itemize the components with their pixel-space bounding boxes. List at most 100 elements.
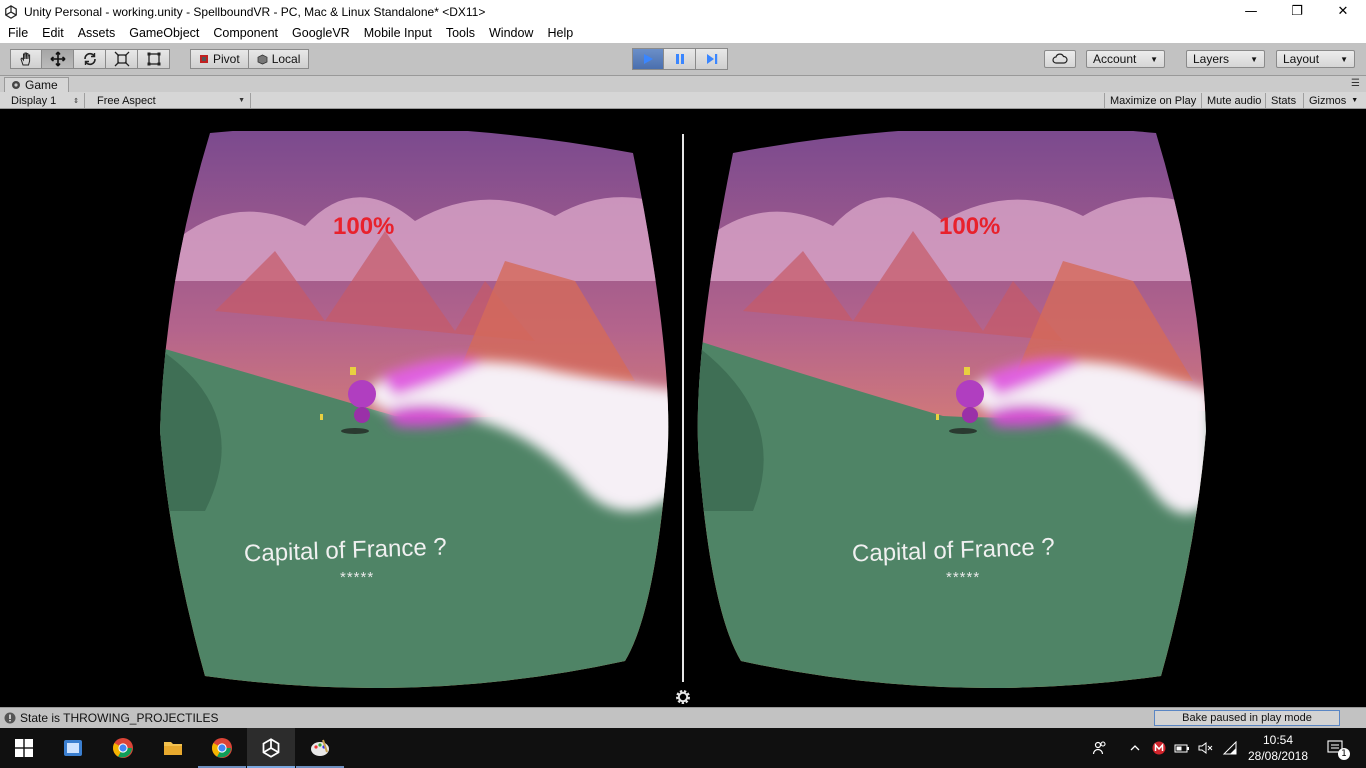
menu-file[interactable]: File [1, 26, 35, 40]
unity-logo-icon [5, 4, 17, 19]
layers-dropdown[interactable]: Layers ▼ [1186, 50, 1265, 68]
tab-game[interactable]: Game [4, 77, 69, 92]
gizmos-dropdown[interactable]: Gizmos ▼ [1303, 93, 1363, 108]
move-arrows-icon [50, 51, 65, 67]
chrome-icon [212, 738, 232, 758]
gear-icon[interactable] [674, 688, 692, 706]
move-tool-button[interactable] [42, 49, 74, 69]
photo-viewer-icon [64, 740, 82, 756]
menu-bar: File Edit Assets GameObject Component Go… [0, 23, 1366, 43]
menu-assets[interactable]: Assets [71, 26, 123, 40]
left-eye-scene [160, 131, 669, 689]
left-answer-mask: ***** [340, 569, 375, 586]
aspect-label: Free Aspect [97, 94, 156, 107]
menu-window[interactable]: Window [482, 26, 540, 40]
local-toggle[interactable]: Local [248, 49, 310, 69]
speaker-glyph [1198, 742, 1213, 754]
shield-glyph [1152, 741, 1166, 755]
folder-icon [164, 742, 182, 755]
menu-gameobject[interactable]: GameObject [122, 26, 206, 40]
minimize-button[interactable]: — [1228, 0, 1274, 23]
chrome-icon [113, 738, 133, 758]
account-label: Account [1093, 52, 1137, 66]
left-percent-label: 100% [333, 213, 395, 240]
menu-googlevr[interactable]: GoogleVR [285, 26, 357, 40]
mute-audio-toggle[interactable]: Mute audio [1201, 93, 1266, 108]
menu-edit[interactable]: Edit [35, 26, 71, 40]
paint-palette-icon [311, 739, 329, 756]
scale-tool-button[interactable] [106, 49, 138, 69]
status-message[interactable]: State is THROWING_PROJECTILES [20, 711, 219, 725]
info-icon [4, 712, 16, 724]
taskbar-clock[interactable]: 10:54 28/08/2018 [1238, 732, 1318, 764]
window-titlebar: Unity Personal - working.unity - Spellbo… [0, 0, 1366, 23]
antivirus-icon[interactable] [1149, 738, 1169, 758]
dropdown-arrow-icon: ▼ [238, 97, 245, 104]
account-dropdown[interactable]: Account ▼ [1086, 50, 1165, 68]
pivot-icon [200, 55, 208, 63]
display-dropdown[interactable]: Display 1 ⇕ [6, 93, 85, 108]
pivot-toggle[interactable]: Pivot [190, 49, 249, 69]
chevron-up-icon[interactable] [1125, 738, 1145, 758]
cloud-button[interactable] [1044, 50, 1076, 68]
tab-game-label: Game [25, 78, 58, 92]
pause-button[interactable] [664, 48, 696, 70]
pause-icon [675, 54, 684, 64]
scale-icon [114, 51, 129, 67]
taskbar-file-explorer[interactable] [149, 728, 197, 768]
rect-tool-button[interactable] [138, 49, 170, 69]
taskbar-chrome[interactable] [99, 728, 147, 768]
start-button[interactable] [0, 728, 48, 768]
menu-tools[interactable]: Tools [439, 26, 482, 40]
wifi-icon[interactable] [1220, 738, 1240, 758]
main-toolbar: Pivot Local Account ▼ Layers ▼ Layout ▼ [0, 43, 1366, 76]
volume-muted-icon[interactable] [1196, 738, 1216, 758]
people-icon[interactable] [1090, 738, 1110, 758]
hand-icon [20, 52, 31, 66]
taskbar-chrome-2[interactable] [198, 728, 246, 768]
dropdown-arrow-icon: ▼ [1150, 54, 1158, 64]
menu-component[interactable]: Component [206, 26, 285, 40]
hand-tool-button[interactable] [10, 49, 42, 69]
battery-icon[interactable] [1172, 738, 1192, 758]
rect-transform-icon [147, 52, 160, 66]
taskbar-paint[interactable] [296, 728, 344, 768]
unity-logo-icon [262, 738, 280, 758]
play-icon [644, 54, 653, 64]
stats-toggle[interactable]: Stats [1265, 93, 1301, 108]
menu-help[interactable]: Help [540, 26, 580, 40]
left-eye-view [155, 131, 683, 699]
dropdown-arrow-icon: ▼ [1340, 54, 1348, 64]
game-view[interactable]: 100% 100% Capital of France ? Capital of… [0, 109, 1366, 706]
step-icon [706, 54, 717, 64]
clock-time: 10:54 [1262, 733, 1294, 747]
maximize-on-play-toggle[interactable]: Maximize on Play [1104, 93, 1201, 108]
action-center-icon[interactable]: 1 [1324, 738, 1350, 760]
transform-tools [10, 49, 170, 69]
step-button[interactable] [696, 48, 728, 70]
maximize-button[interactable]: ❐ [1274, 0, 1320, 23]
layout-dropdown[interactable]: Layout ▼ [1276, 50, 1355, 68]
clock-date: 28/08/2018 [1247, 749, 1309, 763]
display-label: Display 1 [11, 94, 57, 107]
right-percent-label: 100% [939, 213, 1001, 240]
aspect-dropdown[interactable]: Free Aspect ▼ [92, 93, 251, 108]
game-controller-icon [12, 81, 20, 89]
wifi-glyph [1222, 741, 1237, 755]
close-button[interactable]: ✕ [1320, 0, 1366, 23]
taskbar-unity[interactable] [247, 728, 295, 768]
rotate-tool-button[interactable] [74, 49, 106, 69]
game-tab-bar: Game ☰ [0, 76, 1366, 92]
dropdown-arrow-icon: ▼ [1250, 54, 1258, 64]
panel-menu-icon[interactable]: ☰ [1351, 78, 1360, 89]
pivot-local-group: Pivot Local [190, 49, 310, 69]
menu-mobile-input[interactable]: Mobile Input [357, 26, 439, 40]
play-button[interactable] [632, 48, 664, 70]
taskbar-app-viewer[interactable] [49, 728, 97, 768]
windows-logo-icon [15, 739, 33, 757]
cloud-icon [1052, 53, 1068, 64]
updown-arrow-icon: ⇕ [73, 97, 79, 105]
layout-label: Layout [1283, 52, 1320, 66]
right-answer-mask: ***** [946, 569, 981, 586]
rotate-icon [83, 52, 96, 66]
